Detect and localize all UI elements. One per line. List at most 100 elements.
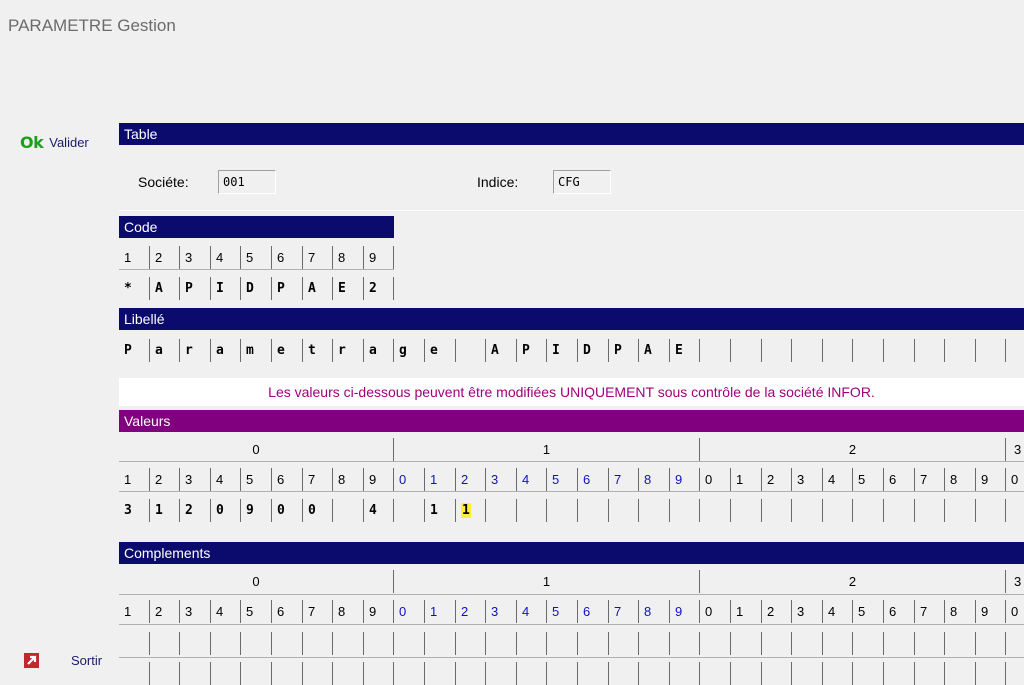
complements-value-cell[interactable]: [700, 662, 731, 685]
valeurs-value-cell[interactable]: [762, 499, 792, 522]
valeurs-value-cell[interactable]: [578, 499, 609, 522]
complements-value-cell[interactable]: [547, 662, 578, 685]
valeurs-value-cell[interactable]: 0: [211, 499, 241, 522]
complements-value-cell[interactable]: [700, 632, 731, 655]
libelle-char-cell[interactable]: [700, 339, 731, 362]
libelle-char-cell[interactable]: P: [119, 339, 150, 362]
validate-button[interactable]: Ok Valider: [20, 133, 89, 152]
valeurs-value-cell[interactable]: [853, 499, 884, 522]
complements-value-cell[interactable]: [150, 662, 180, 685]
complements-value-cell[interactable]: [1006, 632, 1024, 655]
complements-value-cell[interactable]: [272, 632, 303, 655]
complements-value-cell[interactable]: [180, 662, 211, 685]
valeurs-value-cell[interactable]: 1: [150, 499, 180, 522]
complements-value-cell[interactable]: [976, 662, 1006, 685]
valeurs-value-cell[interactable]: [394, 499, 425, 522]
complements-value-cell[interactable]: [792, 632, 823, 655]
complements-value-cell[interactable]: [1006, 662, 1024, 685]
valeurs-value-cell[interactable]: 1: [425, 499, 456, 522]
valeurs-value-cell[interactable]: [517, 499, 547, 522]
complements-value-cell[interactable]: [762, 662, 792, 685]
valeurs-value-cell[interactable]: [823, 499, 853, 522]
libelle-char-cell[interactable]: [945, 339, 976, 362]
complements-value-cell[interactable]: [609, 662, 639, 685]
valeurs-value-cell[interactable]: [333, 499, 364, 522]
complements-value-cell[interactable]: [425, 632, 456, 655]
complements-value-cell[interactable]: [119, 632, 150, 655]
complements-value-cell[interactable]: [364, 662, 394, 685]
complements-value-cell[interactable]: [150, 632, 180, 655]
libelle-char-cell[interactable]: P: [609, 339, 639, 362]
code-char-cell[interactable]: *: [119, 277, 150, 300]
valeurs-value-cell[interactable]: 0: [272, 499, 303, 522]
libelle-char-cell[interactable]: P: [517, 339, 547, 362]
complements-value-cell[interactable]: [425, 662, 456, 685]
complements-value-cell[interactable]: [119, 662, 150, 685]
valeurs-value-cell[interactable]: [884, 499, 915, 522]
libelle-char-cell[interactable]: g: [394, 339, 425, 362]
complements-value-cell[interactable]: [241, 662, 272, 685]
valeurs-value-cell[interactable]: [1006, 499, 1024, 522]
valeurs-value-cell[interactable]: [700, 499, 731, 522]
exit-button[interactable]: Sortir: [24, 653, 102, 668]
complements-value-cell[interactable]: [241, 632, 272, 655]
valeurs-value-cell[interactable]: [486, 499, 517, 522]
complements-value-cell[interactable]: [853, 632, 884, 655]
complements-value-cell[interactable]: [211, 632, 241, 655]
libelle-char-cell[interactable]: [456, 339, 486, 362]
valeurs-value-cell[interactable]: [639, 499, 670, 522]
valeurs-value-cell[interactable]: 1: [456, 499, 486, 522]
libelle-char-cell[interactable]: [853, 339, 884, 362]
complements-value-cell[interactable]: [915, 632, 945, 655]
code-char-cell[interactable]: D: [241, 277, 272, 300]
complements-value-cell[interactable]: [670, 632, 700, 655]
complements-value-cell[interactable]: [578, 662, 609, 685]
valeurs-value-cell[interactable]: [976, 499, 1006, 522]
complements-value-cell[interactable]: [945, 662, 976, 685]
code-char-cell[interactable]: E: [333, 277, 364, 300]
libelle-char-cell[interactable]: a: [150, 339, 180, 362]
libelle-char-cell[interactable]: [915, 339, 945, 362]
complements-value-cell[interactable]: [272, 662, 303, 685]
complements-value-cell[interactable]: [884, 662, 915, 685]
complements-value-cell[interactable]: [180, 632, 211, 655]
valeurs-value-cell[interactable]: [731, 499, 762, 522]
libelle-char-cell[interactable]: D: [578, 339, 609, 362]
libelle-char-cell[interactable]: A: [639, 339, 670, 362]
libelle-char-cell[interactable]: t: [303, 339, 333, 362]
complements-value-cell[interactable]: [976, 632, 1006, 655]
complements-value-cell[interactable]: [303, 632, 333, 655]
complements-value-cell[interactable]: [792, 662, 823, 685]
valeurs-value-cell[interactable]: [915, 499, 945, 522]
complements-value-cell[interactable]: [853, 662, 884, 685]
complements-value-cell[interactable]: [609, 632, 639, 655]
complements-value-cell[interactable]: [639, 632, 670, 655]
complements-value-cell[interactable]: [547, 632, 578, 655]
libelle-char-cell[interactable]: [792, 339, 823, 362]
libelle-char-cell[interactable]: [823, 339, 853, 362]
code-char-cell[interactable]: 2: [364, 277, 394, 300]
code-char-cell[interactable]: P: [272, 277, 303, 300]
complements-value-cell[interactable]: [456, 662, 486, 685]
libelle-char-cell[interactable]: e: [272, 339, 303, 362]
code-char-cell[interactable]: I: [211, 277, 241, 300]
complements-value-cell[interactable]: [364, 632, 394, 655]
libelle-char-cell[interactable]: [731, 339, 762, 362]
complements-value-cell[interactable]: [486, 632, 517, 655]
indice-field[interactable]: CFG: [553, 170, 611, 194]
libelle-char-cell[interactable]: A: [486, 339, 517, 362]
valeurs-value-cell[interactable]: [547, 499, 578, 522]
complements-value-cell[interactable]: [333, 632, 364, 655]
complements-value-cell[interactable]: [486, 662, 517, 685]
complements-value-cell[interactable]: [517, 662, 547, 685]
libelle-char-cell[interactable]: a: [211, 339, 241, 362]
libelle-char-cell[interactable]: m: [241, 339, 272, 362]
complements-value-cell[interactable]: [823, 632, 853, 655]
complements-value-cell[interactable]: [731, 632, 762, 655]
valeurs-value-cell[interactable]: [945, 499, 976, 522]
valeurs-value-cell[interactable]: [670, 499, 700, 522]
valeurs-value-cell[interactable]: 2: [180, 499, 211, 522]
libelle-char-cell[interactable]: a: [364, 339, 394, 362]
valeurs-value-cell[interactable]: [792, 499, 823, 522]
complements-value-cell[interactable]: [945, 632, 976, 655]
